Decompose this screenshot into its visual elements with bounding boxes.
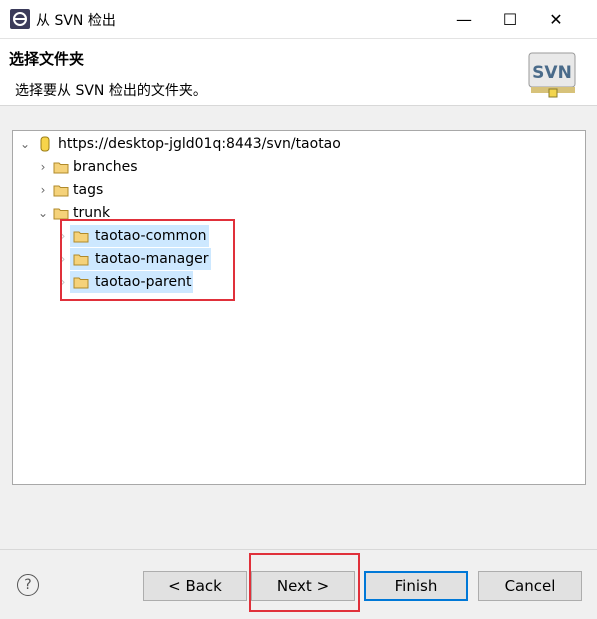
tree-item-branches[interactable]: › branches [36,156,138,178]
chevron-down-icon[interactable]: ⌄ [18,137,32,151]
window-title: 从 SVN 检出 [36,13,116,29]
svn-logo-icon: SVN [528,52,576,98]
cancel-button[interactable]: Cancel [478,571,582,601]
repository-icon [40,136,50,152]
folder-open-icon [53,208,69,219]
back-button[interactable]: < Back [143,571,247,601]
tree-item-tags[interactable]: › tags [36,179,104,201]
annotation-box-folders [60,219,235,301]
page-title: 选择文件夹 [9,50,85,68]
footer-separator [0,549,597,550]
maximize-button[interactable]: ☐ [487,0,533,38]
wizard-header: 选择文件夹 选择要从 SVN 检出的文件夹。 SVN [0,39,597,106]
tree-item-label: branches [73,159,138,175]
folder-icon [53,185,69,196]
finish-button[interactable]: Finish [364,571,468,601]
chevron-right-icon[interactable]: › [36,160,50,174]
close-button[interactable]: ✕ [533,0,579,38]
eclipse-app-icon [10,9,30,29]
folder-icon [53,162,69,173]
chevron-right-icon[interactable]: › [36,183,50,197]
page-description: 选择要从 SVN 检出的文件夹。 [15,83,207,99]
title-bar: 从 SVN 检出 — ☐ ✕ [0,0,597,39]
svn-logo-text: SVN [532,63,572,83]
repository-tree[interactable]: ⌄ https://desktop-jgld01q:8443/svn/taota… [12,130,586,485]
minimize-button[interactable]: — [441,0,487,38]
help-icon[interactable]: ? [17,574,39,596]
tree-item-label: tags [73,182,104,198]
chevron-down-icon[interactable]: ⌄ [36,206,50,220]
tree-root[interactable]: ⌄ https://desktop-jgld01q:8443/svn/taota… [18,133,341,155]
annotation-box-next [249,553,360,612]
tree-root-label: https://desktop-jgld01q:8443/svn/taotao [58,136,341,152]
